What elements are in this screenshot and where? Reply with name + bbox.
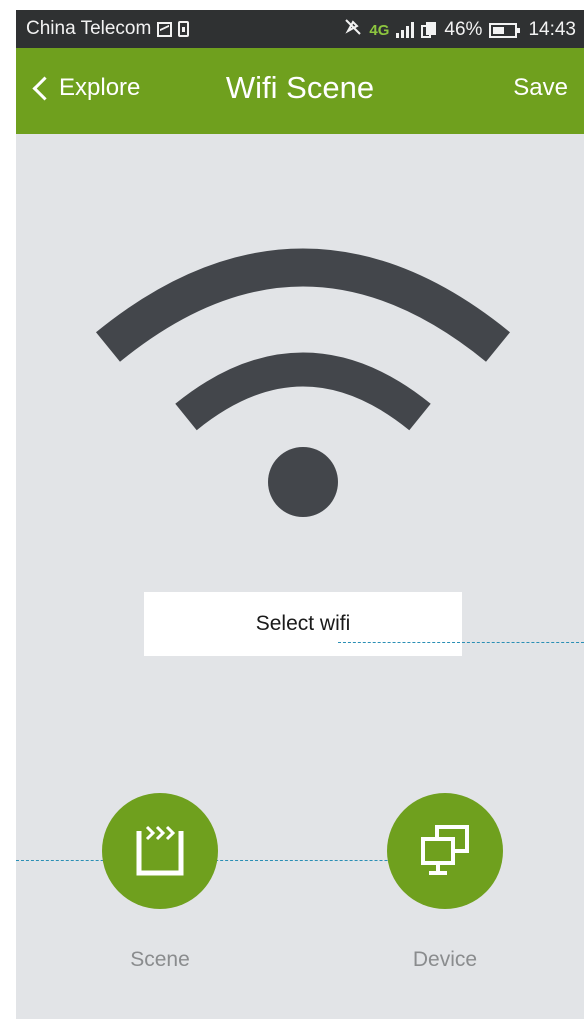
4g-icon: 4G: [369, 21, 390, 39]
select-wifi-button[interactable]: Select wifi: [144, 592, 462, 656]
sim-icon: [178, 21, 190, 37]
status-right: 4G 46% 14:43: [344, 18, 576, 42]
back-label: Explore: [59, 74, 141, 101]
back-button[interactable]: Explore: [32, 74, 140, 102]
nav-bar: Explore Wifi Scene Save: [16, 48, 584, 134]
carrier-name: China Telecom: [26, 18, 152, 39]
battery-percent: 46%: [444, 19, 483, 40]
phone-screen: China Telecom 4G 46% 14:43 Explore Wifi …: [16, 10, 584, 1019]
signal-icon: [396, 22, 415, 38]
copy-icon: [421, 21, 437, 39]
chevron-left-icon: [32, 75, 57, 101]
battery-icon: [489, 22, 521, 38]
device-label: Device: [412, 948, 478, 971]
clapperboard-icon: [136, 825, 184, 876]
save-button[interactable]: Save: [513, 74, 568, 102]
device-button[interactable]: [387, 793, 503, 909]
mute-icon: [344, 18, 362, 42]
monitors-icon: [421, 825, 469, 875]
guide-line-right: [338, 642, 584, 643]
status-bar: China Telecom 4G 46% 14:43: [16, 10, 584, 48]
status-left: China Telecom: [26, 18, 190, 40]
image-icon: [157, 21, 173, 37]
wifi-icon: [86, 225, 526, 525]
scene-label: Scene: [130, 948, 190, 971]
status-time: 14:43: [528, 19, 576, 40]
scene-button[interactable]: [102, 793, 218, 909]
